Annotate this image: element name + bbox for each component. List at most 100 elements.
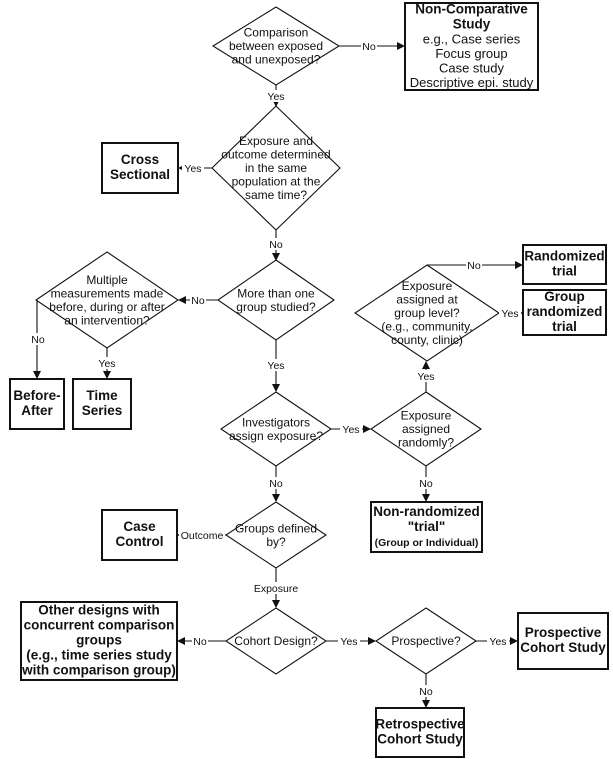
outcome-text: Case <box>123 519 156 534</box>
edge-label-yes: Yes <box>342 424 359 436</box>
outcome-text: Case study <box>439 61 505 76</box>
decision-investigators-assign: Investigatorsassign exposure? <box>220 391 332 467</box>
outcome-text: Non-randomized <box>373 504 480 519</box>
outcome-text: randomized <box>527 304 603 319</box>
edge-label-no: No <box>419 478 433 490</box>
decision-text: county, clinic) <box>391 333 463 347</box>
edge-label-yes: Yes <box>267 91 284 103</box>
decision-text: Cohort Design? <box>234 634 318 648</box>
edge-label-no: No <box>31 334 45 346</box>
decision-more-groups: More than onegroup studied? <box>217 259 335 341</box>
outcome-text: Series <box>82 403 123 418</box>
outcome-text: Cohort Study <box>377 732 463 747</box>
outcome-text: Group <box>544 289 585 304</box>
decision-text: an intervention? <box>64 313 150 327</box>
decision-text: Prospective? <box>391 634 461 648</box>
outcome-text: (e.g., time series study <box>26 648 172 663</box>
edge-label-no: No <box>269 239 283 251</box>
decision-text: in the same <box>245 161 307 175</box>
outcome-text: with comparison group) <box>21 663 176 678</box>
study-design-flowchart: Comparison between exposed and unexposed? E… <box>0 0 613 759</box>
outcome-text: Study <box>453 17 491 32</box>
decision-text: between exposed <box>229 39 323 53</box>
outcome-text: trial <box>552 264 577 279</box>
outcome-text: e.g., Case series <box>423 32 521 47</box>
decision-text: assigned at <box>396 293 458 307</box>
decision-text: assign exposure? <box>229 429 323 443</box>
outcome-text: Prospective <box>525 625 602 640</box>
decision-text: assigned <box>402 422 450 436</box>
edge-label-outcome: Outcome <box>181 530 224 542</box>
outcome-text: "trial" <box>408 519 446 534</box>
outcome-text: Before- <box>13 388 60 403</box>
decision-text: population at the <box>232 175 321 189</box>
decision-text: group studied? <box>236 300 316 314</box>
decision-cohort-design: Cohort Design? <box>225 607 327 675</box>
outcome-text: Descriptive epi. study <box>410 75 534 90</box>
outcome-retrospective-cohort: RetrospectiveCohort Study <box>375 707 465 758</box>
edge-label-no: No <box>269 478 283 490</box>
outcome-text: trial <box>552 319 577 334</box>
edge-label-no: No <box>191 295 205 307</box>
decision-text: measurements made <box>51 286 164 300</box>
decision-text: Comparison <box>244 26 309 40</box>
decision-text: More than one <box>237 286 315 300</box>
decision-assigned-randomly: Exposureassignedrandomly? <box>370 391 482 467</box>
decision-text: Exposure and <box>239 134 313 148</box>
outcome-prospective-cohort: ProspectiveCohort Study <box>517 612 609 670</box>
outcome-text: (Group or Individual) <box>375 537 479 549</box>
outcome-text: Cohort Study <box>520 640 606 655</box>
outcome-text: Time <box>86 388 118 403</box>
decision-prospective: Prospective? <box>375 607 477 675</box>
outcome-group-randomized-trial: Grouprandomizedtrial <box>522 289 607 336</box>
decision-text: same time? <box>245 188 307 202</box>
outcome-text: groups <box>76 633 122 648</box>
decision-text: outcome determined <box>221 148 330 162</box>
edge-label-no: No <box>362 41 376 53</box>
outcome-text: Cross <box>121 152 159 167</box>
outcome-text: Other designs with <box>38 603 160 618</box>
edge-label-yes: Yes <box>489 636 506 648</box>
outcome-non-comparative: Non-ComparativeStudye.g., Case seriesFoc… <box>404 2 539 91</box>
edge-label-yes: Yes <box>501 308 518 320</box>
decision-groups-defined: Groups definedby? <box>225 501 327 569</box>
decision-text: (e.g., community, <box>381 320 472 334</box>
edge-label-exposure: Exposure <box>254 583 299 595</box>
decision-multiple-measurements: Multiplemeasurements madebefore, during … <box>35 251 179 349</box>
decision-text: group level? <box>394 306 460 320</box>
decision-same-time: Exposure andoutcome determinedin the sam… <box>211 105 341 231</box>
outcome-text: Control <box>116 534 164 549</box>
outcome-text: Non-Comparative <box>415 2 528 17</box>
edge-label-yes: Yes <box>267 360 284 372</box>
outcome-text: Focus group <box>435 46 507 61</box>
edge-label-yes: Yes <box>417 371 434 383</box>
decision-text: randomly? <box>398 436 454 450</box>
edge-label-yes: Yes <box>184 163 201 175</box>
decision-group-level: Exposureassigned atgroup level?(e.g., co… <box>354 264 500 362</box>
outcome-time-series: TimeSeries <box>72 378 132 430</box>
edge-label-no: No <box>419 686 433 698</box>
decision-text: Investigators <box>242 415 310 429</box>
decision-comparison: Comparisonbetween exposedand unexposed? <box>211 6 341 86</box>
outcome-case-control: CaseControl <box>101 509 178 561</box>
decision-text: by? <box>266 535 286 549</box>
decision-text: Multiple <box>86 273 128 287</box>
outcome-non-randomized-trial: Non-randomized"trial" (Group or Individua… <box>370 501 483 553</box>
outcome-text: Sectional <box>110 167 170 182</box>
outcome-cross-sectional: CrossSectional <box>101 142 179 194</box>
decision-text: Exposure <box>401 409 452 423</box>
outcome-other-designs: Other designs withconcurrent comparisong… <box>20 601 178 681</box>
outcome-text: Randomized <box>524 249 604 264</box>
decision-text: Groups defined <box>235 521 317 535</box>
edge-label-yes: Yes <box>98 358 115 370</box>
decision-text: Exposure <box>402 279 453 293</box>
edge-label-no: No <box>467 260 481 272</box>
edge-label-yes: Yes <box>340 636 357 648</box>
outcome-text: concurrent comparison <box>24 618 175 633</box>
edge-label-no: No <box>193 636 207 648</box>
decision-text: and unexposed? <box>232 53 321 67</box>
decision-text: before, during or after <box>49 300 164 314</box>
flowchart-canvas: Comparisonbetween exposedand unexposed? E… <box>9 2 609 758</box>
outcome-before-after: Before-After <box>9 378 65 430</box>
outcome-text: After <box>21 403 53 418</box>
